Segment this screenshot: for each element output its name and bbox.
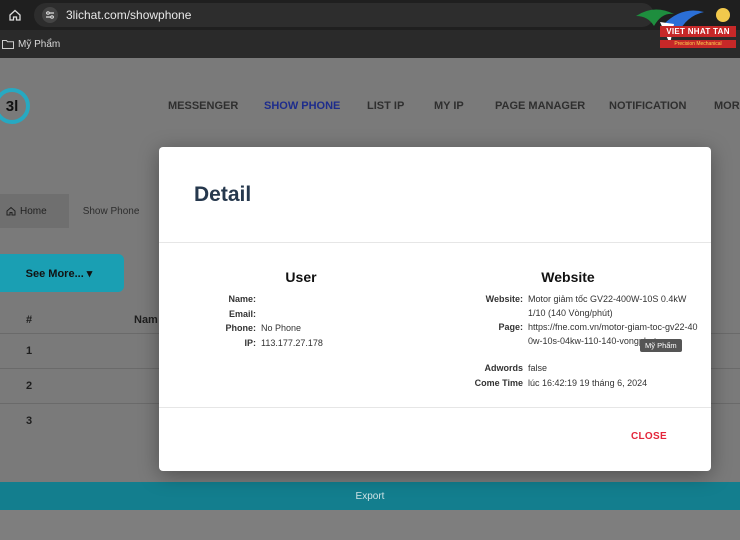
website-label: Website: bbox=[485, 294, 523, 304]
breadcrumb-home[interactable]: Home bbox=[0, 194, 69, 228]
nav-page-manager[interactable]: PAGE MANAGER bbox=[495, 100, 585, 112]
user-name-label: Name: bbox=[228, 294, 256, 304]
bookmark-folder[interactable]: Mỹ Phẩm bbox=[2, 39, 60, 50]
bookmark-tooltip: Mỹ Phẩm bbox=[640, 339, 682, 352]
page-footer-area bbox=[0, 510, 740, 540]
modal-divider bbox=[159, 407, 711, 408]
home-icon[interactable] bbox=[4, 4, 26, 26]
column-header-index: # bbox=[26, 314, 33, 326]
modal-title: Detail bbox=[194, 183, 252, 206]
modal-divider bbox=[159, 242, 711, 243]
url-text[interactable]: 3lichat.com/showphone bbox=[66, 8, 191, 22]
come-time-value: lúc 16:42:19 19 tháng 6, 2024 bbox=[528, 378, 648, 388]
user-ip-value: 113.177.27.178 bbox=[261, 338, 323, 348]
home-icon bbox=[6, 206, 16, 216]
main-nav: MESSENGER SHOW PHONE LIST IP MY IP PAGE … bbox=[0, 100, 740, 114]
come-time-label: Come Time bbox=[474, 378, 523, 388]
breadcrumb: Home Show Phone bbox=[0, 194, 139, 228]
nav-messenger[interactable]: MESSENGER bbox=[168, 100, 238, 112]
website-value: Motor giảm tốc GV22-400W-10S 0.4kW 1/10 … bbox=[528, 294, 687, 318]
bookmark-bar: Mỹ Phẩm bbox=[0, 30, 740, 58]
brand-tagline: Precision Mechanical bbox=[660, 40, 736, 48]
user-phone-label: Phone: bbox=[225, 323, 257, 333]
row-index: 2 bbox=[26, 380, 33, 392]
nav-list-ip[interactable]: LIST IP bbox=[367, 100, 404, 112]
nav-show-phone[interactable]: SHOW PHONE bbox=[264, 100, 340, 112]
browser-toolbar: 3lichat.com/showphone bbox=[0, 0, 740, 30]
see-more-button[interactable]: See More... ▾ bbox=[0, 254, 124, 292]
user-email-label: Email: bbox=[228, 309, 256, 319]
page-label: Page: bbox=[498, 322, 523, 332]
user-phone-value: No Phone bbox=[261, 323, 302, 333]
adwords-value: false bbox=[528, 363, 548, 373]
user-heading: User bbox=[285, 269, 317, 285]
bookmark-label[interactable]: Mỹ Phẩm bbox=[18, 39, 60, 50]
user-ip-label: IP: bbox=[244, 338, 256, 348]
nav-more[interactable]: MOR bbox=[714, 100, 740, 112]
brand-name: VIET NHAT TAN bbox=[660, 26, 736, 37]
export-button[interactable]: Export bbox=[0, 482, 740, 510]
row-index: 3 bbox=[26, 415, 33, 427]
nav-notification[interactable]: NOTIFICATION bbox=[609, 100, 686, 112]
detail-modal: Detail User Website Name: Email: Phone: … bbox=[159, 147, 711, 471]
website-heading: Website bbox=[541, 269, 595, 285]
row-index: 1 bbox=[26, 345, 33, 357]
address-bar[interactable]: 3lichat.com/showphone bbox=[34, 3, 654, 27]
adwords-label: Adwords bbox=[484, 363, 523, 373]
breadcrumb-current: Show Phone bbox=[82, 205, 140, 217]
folder-icon bbox=[2, 40, 14, 49]
column-header-name: Nam bbox=[134, 314, 158, 326]
site-settings-icon[interactable] bbox=[42, 7, 58, 23]
breadcrumb-home-label: Home bbox=[20, 205, 47, 217]
close-button[interactable]: CLOSE bbox=[631, 431, 667, 442]
nav-my-ip[interactable]: MY IP bbox=[434, 100, 464, 112]
